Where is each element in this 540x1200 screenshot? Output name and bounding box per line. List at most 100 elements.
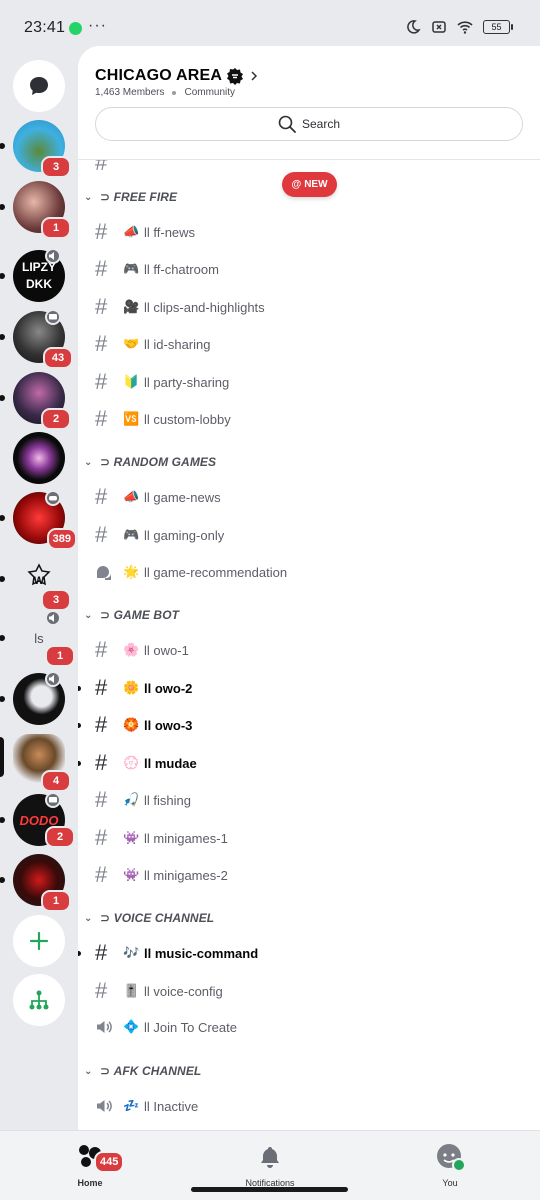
server-icon[interactable]: 3: [13, 120, 71, 178]
category-free-fire[interactable]: ⌄ ⊃ FREE FIRE: [84, 187, 177, 207]
channel-panel: CHICAGO AREA 1,463 Members Community Sea…: [78, 46, 540, 1130]
channel-game-recommendation[interactable]: 🌟 ll game-recommendation: [78, 555, 540, 589]
server-icon[interactable]: W 3: [13, 553, 71, 611]
more-notifications-icon: ···: [88, 17, 107, 34]
channel-name: ll party-sharing: [144, 374, 230, 390]
screen-share-icon: [45, 792, 61, 808]
voice-channel-join-to-create[interactable]: 💠 ll Join To Create: [78, 1010, 540, 1044]
no-sim-icon: [432, 21, 446, 33]
channel-ff-news[interactable]: # 📣 ll ff-news: [78, 215, 540, 249]
channel-name: ll game-recommendation: [144, 564, 288, 580]
server-header: CHICAGO AREA 1,463 Members Community Sea…: [78, 46, 540, 160]
mention-badge: 43: [43, 347, 73, 369]
server-icon[interactable]: [13, 432, 65, 484]
server-title-button[interactable]: CHICAGO AREA: [95, 67, 260, 85]
avatar: [437, 1144, 466, 1172]
channel-name: ll mudae: [144, 755, 197, 771]
selected-server-indicator: [0, 737, 4, 777]
channel-name: ll ff-news: [144, 224, 196, 240]
channel-gaming-only[interactable]: # 🎮 ll gaming-only: [78, 518, 540, 552]
search-label: Search: [301, 117, 341, 131]
category-icon: ⊃: [100, 608, 114, 622]
channel-emoji: 🎮: [123, 527, 140, 542]
category-voice-channel[interactable]: ⌄ ⊃ VOICE CHANNEL: [84, 908, 214, 928]
hash-icon: #: [95, 862, 108, 887]
unread-indicator: [0, 696, 5, 702]
unread-indicator: [0, 143, 5, 149]
status-time: 23:41: [24, 19, 66, 36]
mention-badge: 1: [41, 217, 71, 239]
channel-custom-lobby[interactable]: # 🆚 ll custom-lobby: [78, 402, 540, 436]
channel-music-command[interactable]: # 🎶 ll music-command: [78, 936, 540, 970]
unread-indicator: [0, 273, 5, 279]
voice-channel-inactive[interactable]: 💤 ll Inactive: [78, 1089, 540, 1123]
category-game-bot[interactable]: ⌄ ⊃ GAME BOT: [84, 605, 179, 625]
channel-party-sharing[interactable]: # 🔰 ll party-sharing: [78, 365, 540, 399]
channel-game-news[interactable]: # 📣 ll game-news: [78, 480, 540, 514]
server-type: Community: [184, 87, 236, 98]
unread-indicator: [0, 334, 5, 340]
category-afk-channel[interactable]: ⌄ ⊃ AFK CHANNEL: [84, 1061, 201, 1081]
separator-dot: [172, 90, 177, 95]
server-icon[interactable]: 1: [13, 854, 71, 912]
speaker-icon: [45, 248, 61, 264]
hash-icon: #: [95, 978, 108, 1003]
channel-name: ll clips-and-highlights: [144, 299, 265, 315]
channel-voice-config[interactable]: # 🎚️ ll voice-config: [78, 974, 540, 1008]
channel-name: ll game-news: [144, 489, 221, 505]
channel-name: ll owo-2: [144, 680, 193, 696]
unread-indicator: [0, 877, 5, 883]
category-icon: ⊃: [100, 1064, 114, 1078]
channel-emoji: 🎣: [123, 792, 140, 807]
server-rail: 3 1 LIPZY DKK 43 2 389 W 3 ls 1 4 DODO 2…: [0, 46, 78, 1130]
game-controller-icon: [45, 490, 61, 506]
community-badge-icon: [227, 68, 244, 85]
hash-icon: #: [95, 522, 108, 547]
screen-share-icon: [45, 309, 61, 325]
channel-owo-3[interactable]: # 🏵️ ll owo-3: [78, 708, 540, 742]
server-icon[interactable]: 2: [13, 372, 71, 430]
channel-owo-1[interactable]: # 🌸 ll owo-1: [78, 633, 540, 667]
direct-messages-button[interactable]: [13, 60, 65, 112]
speaker-icon: [97, 1021, 112, 1033]
unread-indicator: [0, 817, 5, 823]
channel-clips-and-highlights[interactable]: # 🎥 ll clips-and-highlights: [78, 290, 540, 324]
channel-emoji: 🤝: [123, 336, 140, 351]
channel-name: ll custom-lobby: [144, 411, 231, 427]
server-icon-selected[interactable]: 4: [13, 734, 71, 792]
bell-icon: [261, 1147, 279, 1168]
channel-fishing[interactable]: # 🎣 ll fishing: [78, 783, 540, 817]
mention-badge: 3: [41, 156, 71, 178]
wifi-icon: [457, 21, 473, 34]
category-icon: ⊃: [100, 455, 114, 469]
search-icon: [278, 115, 296, 133]
channel-ff-chatroom[interactable]: # 🎮 ll ff-chatroom: [78, 252, 540, 286]
nav-label: Home: [77, 1178, 103, 1188]
mention-badge: 1: [41, 890, 71, 912]
discover-servers-button[interactable]: [13, 974, 65, 1026]
unread-indicator: [0, 576, 5, 582]
chevron-down-icon: ⌄: [84, 1065, 93, 1077]
channel-emoji: 💤: [123, 1098, 140, 1113]
search-bar[interactable]: Search: [95, 107, 523, 141]
server-icon[interactable]: 1: [13, 181, 71, 239]
chevron-right-icon: [251, 71, 258, 81]
channel-minigames-2[interactable]: # 👾 ll minigames-2: [78, 858, 540, 892]
status-bar: 23:41 ··· 55: [0, 0, 540, 46]
unread-indicator: [78, 685, 81, 691]
chevron-down-icon: ⌄: [84, 609, 93, 621]
channel-owo-2[interactable]: # 🌼 ll owo-2: [78, 671, 540, 705]
channel-mudae[interactable]: # 💮 ll mudae: [78, 746, 540, 780]
server-name: CHICAGO AREA: [95, 67, 223, 84]
category-random-games[interactable]: ⌄ ⊃ RANDOM GAMES: [84, 452, 216, 472]
category-icon: ⊃: [100, 190, 114, 204]
channel-name: ll minigames-1: [144, 830, 228, 846]
channel-name: ll fishing: [144, 792, 191, 808]
new-mentions-pill[interactable]: @ NEW: [282, 172, 337, 197]
channel-minigames-1[interactable]: # 👾 ll minigames-1: [78, 821, 540, 855]
channel-id-sharing[interactable]: # 🤝 ll id-sharing: [78, 327, 540, 361]
hierarchy-icon: [29, 990, 49, 1010]
add-server-button[interactable]: [13, 915, 65, 967]
hash-icon: #: [95, 484, 108, 509]
hash-icon: #: [95, 712, 108, 737]
